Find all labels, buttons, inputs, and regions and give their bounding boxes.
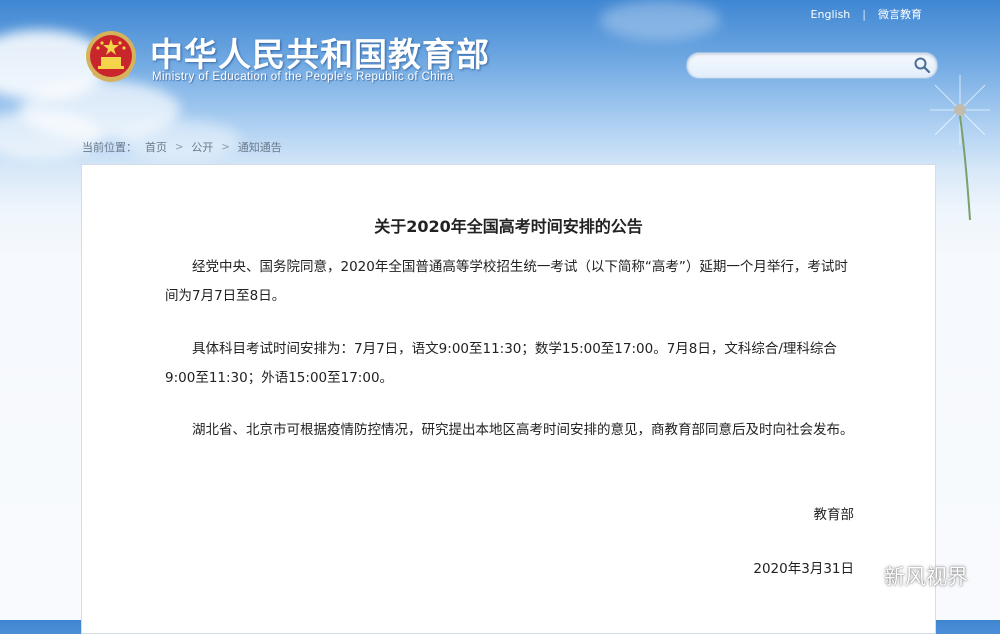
article-date: 2020年3月31日 — [753, 561, 854, 577]
breadcrumb-notices[interactable]: 通知通告 — [238, 139, 282, 155]
watermark-text: 新风视界 — [884, 565, 968, 589]
search-input[interactable] — [699, 57, 903, 75]
breadcrumb-label: 当前位置： — [82, 141, 137, 154]
article-panel: 关于2020年全国高考时间安排的公告 经党中央、国务院同意，2020年全国普通高… — [81, 164, 936, 634]
watermark: 新风视界 — [852, 561, 968, 591]
breadcrumb: 当前位置： 首页 > 公开 > 通知通告 — [82, 139, 282, 155]
article-title: 关于2020年全国高考时间安排的公告 — [374, 217, 643, 236]
breadcrumb-arrow: > — [175, 141, 184, 153]
site-title: 中华人民共和国教育部 — [150, 35, 490, 74]
wechat-icon — [852, 565, 878, 586]
article-paragraph: 具体科目考试时间安排为：7月7日，语文9:00至11:30；数学15:00至17… — [165, 341, 837, 386]
weibo-link[interactable]: 微言教育 — [878, 6, 922, 22]
site-subtitle: Ministry of Education of the People's Re… — [152, 71, 454, 83]
national-emblem-icon — [86, 31, 136, 82]
breadcrumb-home[interactable]: 首页 — [145, 139, 167, 155]
article-signature: 教育部 — [813, 507, 855, 523]
breadcrumb-arrow: > — [221, 141, 230, 153]
article-paragraph: 湖北省、北京市可根据疫情防控情况，研究提出本地区高考时间安排的意见，商教育部同意… — [192, 422, 854, 438]
article-paragraph: 经党中央、国务院同意，2020年全国普通高等学校招生统一考试（以下简称“高考”）… — [165, 259, 848, 304]
breadcrumb-public[interactable]: 公开 — [191, 139, 213, 155]
cloud-decoration — [600, 0, 720, 40]
english-link[interactable]: English — [811, 8, 851, 21]
top-links: English | 微言教育 — [811, 6, 922, 22]
link-separator: | — [862, 7, 866, 21]
